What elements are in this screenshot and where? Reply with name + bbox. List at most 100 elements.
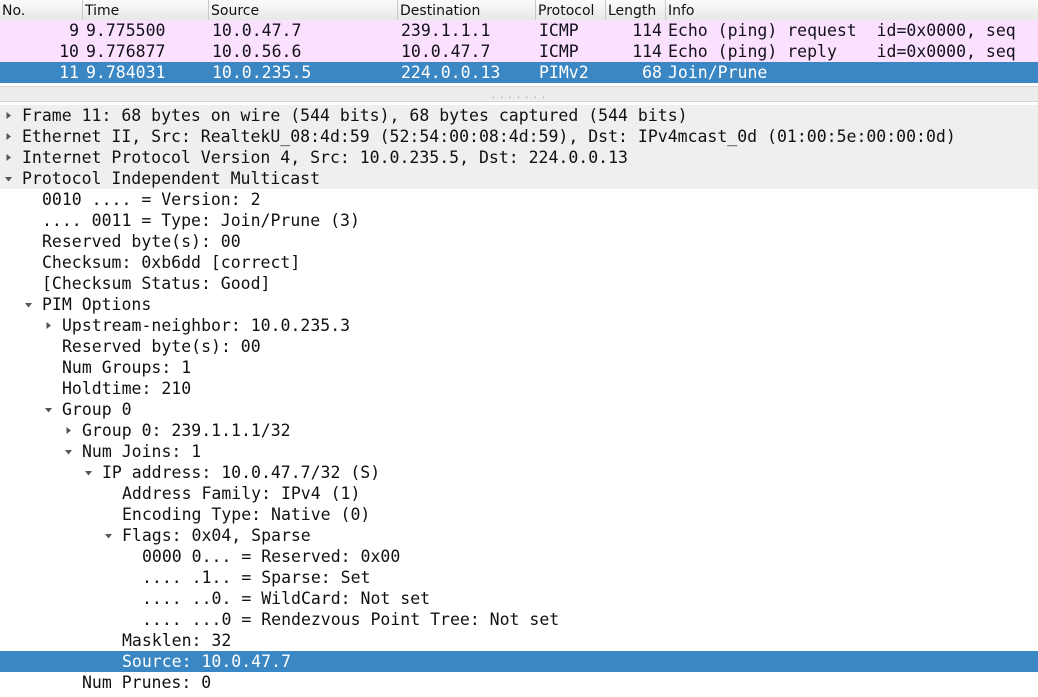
tree-node[interactable]: Upstream-neighbor: 10.0.235.3 (0, 315, 1038, 336)
tree-node[interactable]: Source: 10.0.47.7 (0, 651, 1038, 672)
tree-node[interactable]: Encoding Type: Native (0) (0, 504, 1038, 525)
tree-node[interactable]: Checksum: 0xb6dd [correct] (0, 252, 1038, 273)
packet-cell-no: 11 (59, 63, 79, 82)
tree-node[interactable]: Ethernet II, Src: RealtekU_08:4d:59 (52:… (0, 126, 1038, 147)
tree-node-label: 0000 0... = Reserved: 0x00 (142, 547, 401, 566)
packet-cell-no: 10 (59, 42, 79, 61)
tree-node-label: Group 0 (62, 400, 132, 419)
packet-cell-destination: 239.1.1.1 (401, 21, 491, 40)
packet-cell-time: 9.775500 (86, 21, 166, 40)
tree-node-label: Reserved byte(s): 00 (62, 337, 261, 356)
packet-cell-length: 68 (642, 63, 662, 82)
packet-cell-length: 114 (632, 21, 662, 40)
tree-node-label: .... .1.. = Sparse: Set (142, 568, 371, 587)
column-header-info[interactable]: Info (666, 0, 1038, 20)
packet-cell-source: 10.0.235.5 (212, 63, 312, 82)
tree-node-label: Num Prunes: 0 (82, 673, 212, 692)
splitter-grip-icon: · · · · · · · (491, 93, 547, 104)
tree-node-label: Address Family: IPv4 (1) (122, 484, 361, 503)
column-header-source[interactable]: Source (209, 0, 398, 20)
tree-node-label: PIM Options (42, 295, 152, 314)
tree-node-label: Reserved byte(s): 00 (42, 232, 241, 251)
packet-cell-no: 9 (69, 21, 79, 40)
tree-node-label: Protocol Independent Multicast (22, 169, 321, 188)
tree-node-label: .... ..0. = WildCard: Not set (142, 589, 431, 608)
tree-node[interactable]: .... 0011 = Type: Join/Prune (3) (0, 210, 1038, 231)
column-header-destination[interactable]: Destination (398, 0, 536, 20)
expand-right-icon[interactable] (62, 420, 74, 441)
packet-cell-protocol: ICMP (539, 42, 579, 61)
expand-down-icon[interactable] (102, 525, 114, 546)
tree-node-label: .... 0011 = Type: Join/Prune (3) (42, 211, 360, 230)
tree-node[interactable]: Frame 11: 68 bytes on wire (544 bits), 6… (0, 105, 1038, 126)
tree-node[interactable]: 0000 0... = Reserved: 0x00 (0, 546, 1038, 567)
packet-cell-source: 10.0.47.7 (212, 21, 302, 40)
column-header-length[interactable]: Length (606, 0, 666, 20)
tree-node[interactable]: Num Prunes: 0 (0, 672, 1038, 693)
packet-cell-time: 9.776877 (86, 42, 166, 61)
tree-node-label: Num Joins: 1 (82, 442, 202, 461)
tree-node[interactable]: .... ..0. = WildCard: Not set (0, 588, 1038, 609)
tree-node-label: IP address: 10.0.47.7/32 (S) (102, 463, 381, 482)
packet-cell-time: 9.784031 (86, 63, 166, 82)
packet-cell-info: Echo (ping) request id=0x0000, seq (668, 21, 1016, 40)
tree-node-label: Upstream-neighbor: 10.0.235.3 (62, 316, 351, 335)
tree-node[interactable]: .... .1.. = Sparse: Set (0, 567, 1038, 588)
expand-down-icon[interactable] (82, 462, 94, 483)
tree-node-label: Checksum: 0xb6dd [correct] (42, 253, 301, 272)
tree-node-label: 0010 .... = Version: 2 (42, 190, 261, 209)
expand-right-icon[interactable] (42, 315, 54, 336)
tree-node-label: Frame 11: 68 bytes on wire (544 bits), 6… (22, 106, 688, 125)
packet-cell-info: Echo (ping) reply id=0x0000, seq (668, 42, 1016, 61)
tree-node-label: Masklen: 32 (122, 631, 232, 650)
tree-node[interactable]: Reserved byte(s): 00 (0, 231, 1038, 252)
packet-cell-source: 10.0.56.6 (212, 42, 302, 61)
packet-cell-protocol: PIMv2 (539, 63, 589, 82)
tree-node[interactable]: Reserved byte(s): 00 (0, 336, 1038, 357)
expand-right-icon[interactable] (2, 147, 14, 168)
pane-splitter[interactable]: · · · · · · · (0, 86, 1038, 104)
expand-down-icon[interactable] (42, 399, 54, 420)
packet-row[interactable]: 9 9.775500 10.0.47.7 239.1.1.1 ICMP 114 Echo (… (0, 20, 1038, 41)
tree-node-label: Num Groups: 1 (62, 358, 192, 377)
tree-node-label: .... ...0 = Rendezvous Point Tree: Not s… (142, 610, 560, 629)
expand-right-icon[interactable] (2, 126, 14, 147)
tree-node[interactable]: 0010 .... = Version: 2 (0, 189, 1038, 210)
tree-node[interactable]: Protocol Independent Multicast (0, 168, 1038, 189)
packet-cell-destination: 10.0.47.7 (401, 42, 491, 61)
tree-node-label: Holdtime: 210 (62, 379, 192, 398)
tree-node[interactable]: Address Family: IPv4 (1) (0, 483, 1038, 504)
tree-node[interactable]: Num Joins: 1 (0, 441, 1038, 462)
tree-node[interactable]: Masklen: 32 (0, 630, 1038, 651)
tree-node[interactable]: Num Groups: 1 (0, 357, 1038, 378)
tree-node-label: Ethernet II, Src: RealtekU_08:4d:59 (52:… (22, 127, 956, 146)
tree-node[interactable]: Internet Protocol Version 4, Src: 10.0.2… (0, 147, 1038, 168)
tree-node[interactable]: Holdtime: 210 (0, 378, 1038, 399)
packet-row[interactable]: 10 9.776877 10.0.56.6 10.0.47.7 ICMP 114 Echo … (0, 41, 1038, 62)
tree-node-label: Flags: 0x04, Sparse (122, 526, 311, 545)
packet-list-header: No. Time Source Destination Protocol Len… (0, 0, 1038, 21)
packet-details-tree[interactable]: Frame 11: 68 bytes on wire (544 bits), 6… (0, 105, 1038, 697)
packet-list[interactable]: No. Time Source Destination Protocol Len… (0, 0, 1038, 86)
column-header-protocol[interactable]: Protocol (536, 0, 606, 20)
packet-cell-info: Join/Prune (668, 63, 768, 82)
tree-node[interactable]: Flags: 0x04, Sparse (0, 525, 1038, 546)
tree-node[interactable]: Group 0: 239.1.1.1/32 (0, 420, 1038, 441)
tree-node[interactable]: .... ...0 = Rendezvous Point Tree: Not s… (0, 609, 1038, 630)
packet-cell-length: 114 (632, 42, 662, 61)
expand-down-icon[interactable] (62, 441, 74, 462)
tree-node-label: Group 0: 239.1.1.1/32 (82, 421, 291, 440)
tree-node[interactable]: Group 0 (0, 399, 1038, 420)
tree-node[interactable]: IP address: 10.0.47.7/32 (S) (0, 462, 1038, 483)
packet-cell-destination: 224.0.0.13 (401, 63, 501, 82)
column-header-no[interactable]: No. (0, 0, 83, 20)
expand-right-icon[interactable] (2, 105, 14, 126)
column-header-time[interactable]: Time (83, 0, 209, 20)
tree-node[interactable]: [Checksum Status: Good] (0, 273, 1038, 294)
tree-node[interactable]: PIM Options (0, 294, 1038, 315)
packet-row[interactable]: 11 9.784031 10.0.235.5 224.0.0.13 PIMv2 68 Joi… (0, 62, 1038, 83)
expand-down-icon[interactable] (22, 294, 34, 315)
expand-down-icon[interactable] (2, 168, 14, 189)
tree-node-label: Internet Protocol Version 4, Src: 10.0.2… (22, 148, 628, 167)
tree-node-label: Encoding Type: Native (0) (122, 505, 371, 524)
